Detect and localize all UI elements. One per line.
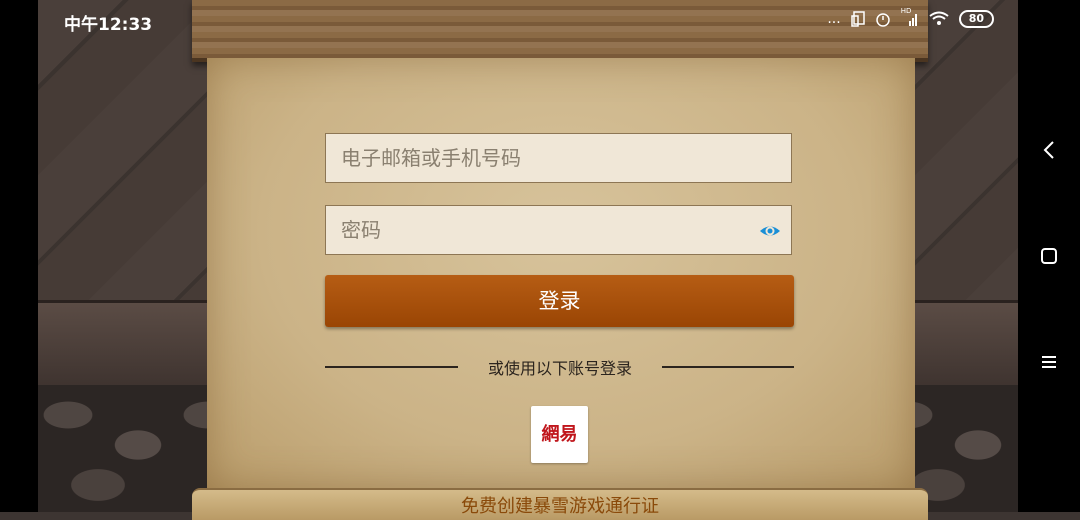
login-button[interactable]: 登录 [325, 275, 794, 327]
status-icons: ... HD 80 [827, 7, 994, 28]
password-placeholder: 密码 [341, 218, 381, 242]
create-account-link[interactable]: 免费创建暴雪游戏通行证 [438, 492, 682, 518]
screen-rotation-icon [850, 11, 865, 27]
menu-icon [1042, 356, 1056, 368]
alt-login-text: 或使用以下账号登录 [487, 359, 632, 378]
account-placeholder: 电子邮箱或手机号码 [341, 146, 521, 170]
signal-icon: HD [901, 7, 919, 27]
navigation-bar [1018, 0, 1080, 512]
alarm-icon [875, 13, 890, 27]
wood-beam-right [912, 300, 1018, 391]
status-bar: 中午12:33 ... HD 80 [38, 0, 1018, 42]
battery-indicator: 80 [958, 10, 994, 28]
eye-icon[interactable] [759, 220, 781, 242]
netease-logo: 網易 [541, 424, 578, 445]
back-button[interactable] [1018, 130, 1080, 170]
status-time: 中午12:33 [64, 15, 153, 35]
divider-left [325, 366, 458, 368]
netease-login-button[interactable]: 網易 [531, 406, 588, 463]
home-button[interactable] [1018, 236, 1080, 276]
wifi-icon [929, 11, 949, 25]
account-input[interactable]: 电子邮箱或手机号码 [325, 133, 792, 183]
network-type-label: HD [900, 7, 912, 15]
left-edge [0, 0, 38, 512]
home-icon [1041, 248, 1057, 264]
more-dots-icon: ... [827, 11, 841, 27]
divider-right [662, 366, 794, 368]
wood-beam-left [38, 300, 208, 391]
menu-button[interactable] [1018, 342, 1080, 382]
back-icon [1043, 141, 1054, 159]
password-input[interactable]: 密码 [325, 205, 792, 255]
